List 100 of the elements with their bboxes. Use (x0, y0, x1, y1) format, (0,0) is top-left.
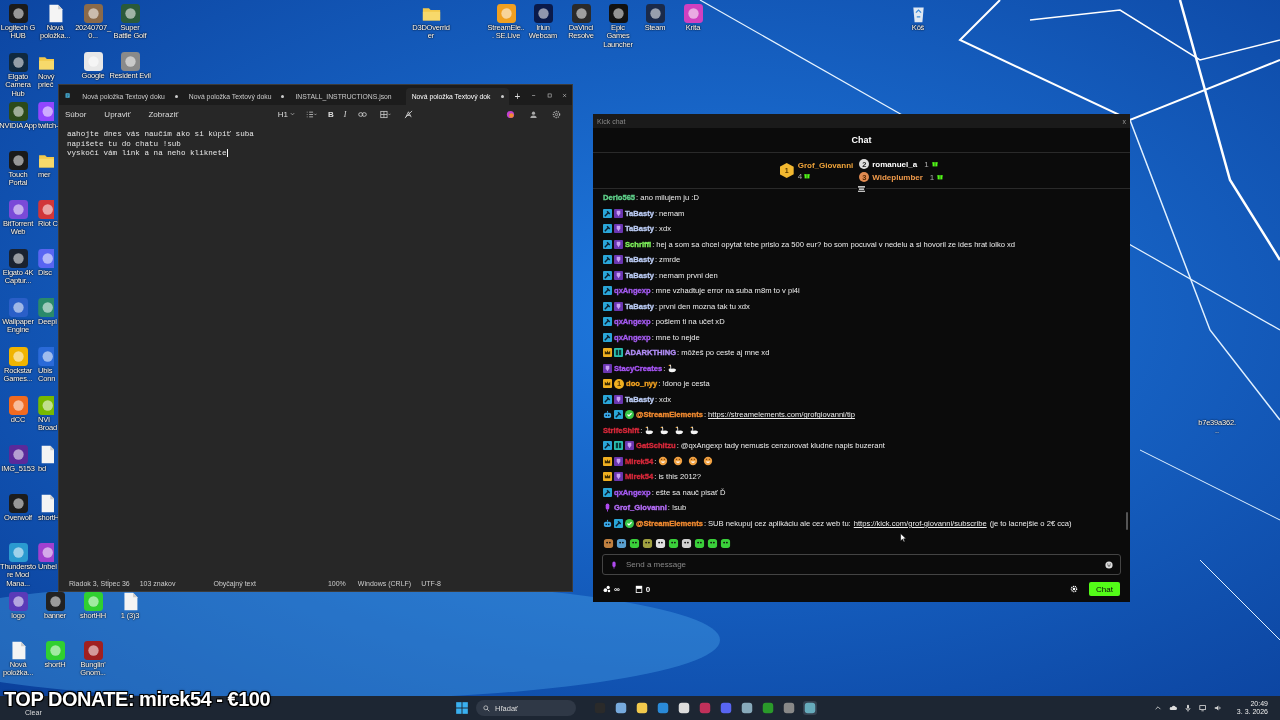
crown-badge-icon (603, 456, 612, 466)
hammer-badge-icon (603, 394, 612, 404)
sub-badge-icon (614, 456, 623, 466)
gift-icon (804, 173, 811, 179)
taskbar-app-icon[interactable] (614, 701, 628, 715)
taskbar-app-icon[interactable] (677, 701, 691, 715)
leaderboard-name: Wideplumber (872, 172, 923, 182)
message-input[interactable]: Send a message (626, 560, 1097, 569)
unsaved-dot-icon (500, 95, 504, 98)
hammer-badge-icon (603, 224, 612, 234)
sub-badge-icon (614, 224, 623, 234)
chat-title: Chat (851, 135, 872, 145)
unsaved-dot-icon (174, 95, 178, 98)
gift-count: 1 (929, 172, 935, 182)
gift-icon (931, 161, 938, 167)
search-icon (483, 704, 490, 712)
microphone-icon (610, 560, 618, 569)
italic-button[interactable]: I (340, 109, 350, 119)
sub-badge-icon (614, 239, 623, 249)
emote-icon[interactable] (668, 537, 679, 549)
crown-badge-icon (603, 472, 612, 482)
chat-send-button[interactable]: Chat (1089, 582, 1120, 596)
taskbar-app-icon[interactable] (803, 701, 817, 715)
hammer-badge-icon (603, 270, 612, 280)
hammer-badge-icon (603, 441, 612, 451)
notepad-icon (65, 90, 71, 100)
robot-badge-icon (603, 410, 612, 420)
hammer-badge-icon (603, 487, 612, 497)
emote-icon[interactable] (694, 537, 705, 549)
start-icon[interactable] (455, 701, 469, 715)
leaderboard-name: Grof_Giovanni (797, 160, 854, 170)
leaderboard-name: romanuel_a (872, 159, 918, 169)
goose-emote-icon (667, 363, 678, 374)
cloud-icon[interactable] (1168, 704, 1177, 712)
grinning-emote-icon (703, 456, 714, 467)
gift-count: 4 (797, 171, 803, 181)
emote-icon[interactable] (681, 537, 692, 549)
hammer-badge-icon (603, 239, 612, 249)
store-icon[interactable] (634, 585, 643, 593)
close-icon[interactable] (561, 90, 567, 100)
goose-emote-icon (659, 425, 670, 436)
sub-badge-icon (614, 255, 623, 265)
menu-item[interactable]: Súbor (65, 109, 95, 119)
og-badge-icon (614, 441, 623, 451)
taskbar-app-icon[interactable] (635, 701, 649, 715)
message-field[interactable]: Send a message (602, 554, 1121, 575)
hammer-badge-icon (603, 255, 612, 265)
app-icon (38, 249, 54, 268)
sub-badge-icon (614, 301, 623, 311)
profile-icon[interactable] (528, 109, 539, 119)
emote-icon[interactable] (655, 537, 666, 549)
app-icon (38, 347, 54, 366)
caret-icon (290, 112, 295, 116)
volume-icon[interactable] (1213, 704, 1222, 712)
verified-badge-icon (625, 410, 634, 420)
gift-icon (937, 174, 944, 180)
app-icon (38, 298, 54, 317)
goose-emote-icon (644, 425, 655, 436)
hammer-badge-icon (614, 518, 623, 528)
list-icon[interactable] (306, 109, 317, 119)
copilot-icon[interactable] (505, 109, 516, 119)
emote-icon[interactable] (707, 537, 718, 549)
og-badge-icon (614, 348, 623, 358)
points-icon[interactable] (603, 585, 611, 593)
emote-icon[interactable] (616, 537, 627, 549)
taskbar-app-icon[interactable] (740, 701, 754, 715)
sub-badge-icon (614, 472, 623, 482)
hammer-badge-icon (603, 332, 612, 342)
bold-button[interactable]: B (325, 109, 337, 119)
menu-item[interactable]: Upraviť (104, 109, 139, 119)
crown-badge-icon (603, 379, 612, 389)
emote-icon[interactable] (642, 537, 653, 549)
table-icon[interactable] (380, 109, 392, 119)
hammer-badge-icon (603, 286, 612, 296)
menu-item[interactable]: Zobraziť (148, 109, 187, 119)
filter-icon[interactable] (857, 186, 866, 193)
emoji-icon[interactable] (1105, 560, 1113, 569)
verified-badge-icon (625, 518, 634, 528)
app-icon (38, 543, 54, 562)
app-icon (38, 102, 54, 121)
grinning-emote-icon (688, 456, 699, 467)
link-icon[interactable] (357, 109, 369, 119)
sub-badge-icon (614, 208, 623, 218)
robot-badge-icon (603, 518, 612, 528)
sub-badge-icon (614, 270, 623, 280)
scrollbar-thumb[interactable] (1126, 512, 1128, 530)
maximize-icon[interactable] (546, 90, 552, 100)
heading-dropdown[interactable]: H1 (274, 109, 298, 119)
emote-icon[interactable] (720, 537, 731, 549)
sub-badge-icon (603, 363, 612, 373)
emote-icon[interactable] (629, 537, 640, 549)
mouse-cursor-icon (900, 533, 907, 543)
emote-icon[interactable] (603, 537, 614, 549)
network-icon[interactable] (1198, 704, 1207, 712)
clear-formatting-icon[interactable] (403, 109, 415, 119)
microphone-badge-icon (603, 503, 612, 513)
grinning-emote-icon (673, 456, 684, 467)
microphone-icon[interactable] (1183, 704, 1192, 712)
new-tab-button[interactable]: + (508, 88, 527, 105)
caret-icon[interactable] (1153, 704, 1162, 712)
